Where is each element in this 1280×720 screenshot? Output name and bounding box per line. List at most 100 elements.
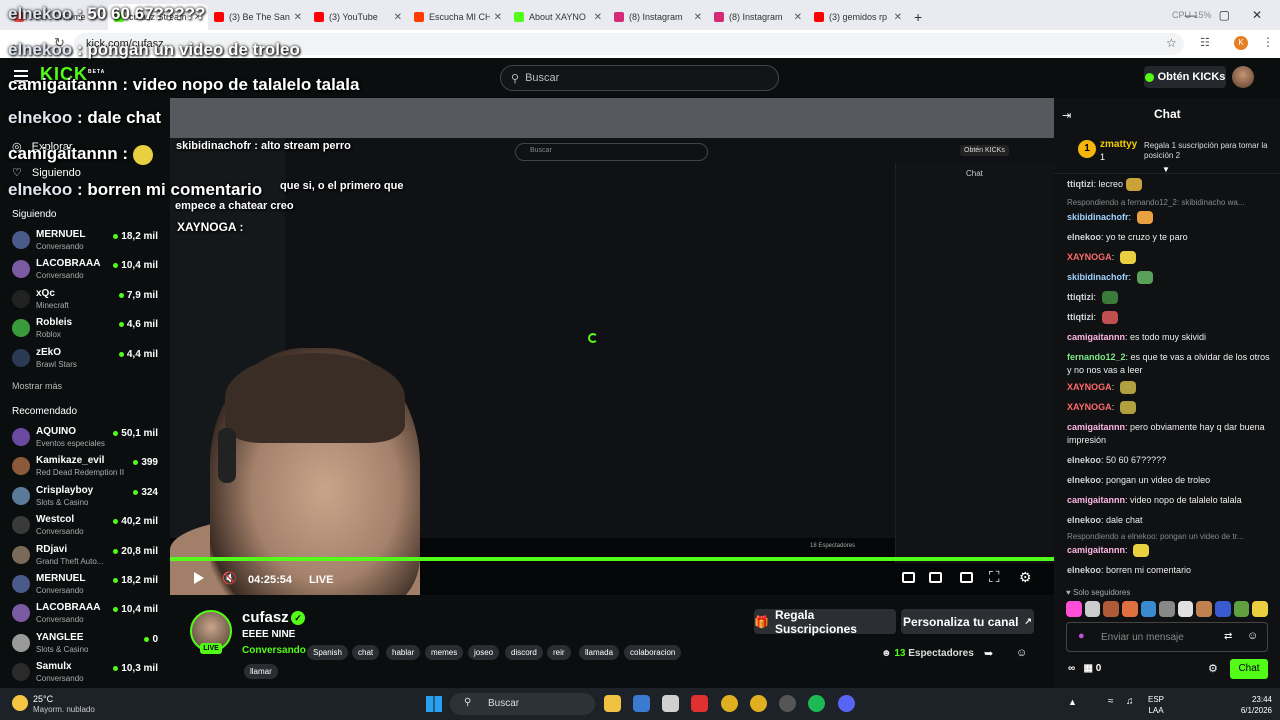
language-indicator[interactable]: ESP LAA [1148,694,1164,716]
chat-username[interactable]: fernando12_2 [1067,352,1126,362]
chat-username[interactable]: elnekoo [1067,475,1101,485]
gift-subs-button[interactable]: 🎁 Regala Suscripciones [754,608,896,636]
quick-emote-icon[interactable] [1177,601,1194,617]
sidebar-channel[interactable]: RDjavi Grand Theft Auto... 20,8 mil [12,544,162,572]
tab-close-icon[interactable]: ✕ [294,12,302,23]
chat-message[interactable]: camigaitannn: es todo muy skividi [1067,331,1272,344]
chat-username[interactable]: elnekoo [1067,515,1101,525]
sidebar-channel[interactable]: AQUINO Eventos especiales 50,1 mil [12,426,162,454]
taskbar-search[interactable]: ⚲ Buscar [450,693,595,715]
chat-message[interactable]: fernando12_2: es que te vas a olvidar de… [1067,351,1272,377]
user-avatar[interactable] [1232,66,1254,88]
mute-icon[interactable]: 🔇 [222,571,237,585]
chat-username[interactable]: XAYNOGA [1067,382,1112,392]
minimize-icon[interactable]: — [1185,8,1197,22]
chat-footer-points[interactable]: ∞ ▦ 0 [1068,663,1101,674]
chat-username[interactable]: camigaitannn [1067,495,1125,505]
collapse-chat-icon[interactable]: ⇥ [1062,109,1071,122]
chat-username[interactable]: ttiqtizi [1067,312,1094,322]
chat-message[interactable]: elnekoo: pongan un video de troleo [1067,474,1272,487]
settings-gear-icon[interactable]: ⚙ [1019,569,1032,586]
chat-message[interactable]: elnekoo: 50 60 67????? [1067,454,1272,467]
file-explorer-icon[interactable] [604,695,621,712]
tab-close-icon[interactable]: ✕ [694,12,702,23]
emote-picker-icon[interactable]: ☺ [1247,630,1258,642]
chat-username[interactable]: camigaitannn [1067,422,1125,432]
chat-reply-context[interactable]: Respondiendo a elnekoo: pongan un video … [1067,532,1272,541]
chat-message[interactable]: XAYNOGA: [1067,401,1272,415]
chat-message[interactable]: skibidinachofr: [1067,211,1272,225]
chat-message[interactable]: elnekoo: dale chat [1067,514,1272,527]
chat-username[interactable]: XAYNOGA [1067,402,1112,412]
quick-emote-icon[interactable] [1066,601,1082,617]
chat-settings-gear-icon[interactable]: ⚙ [1208,662,1218,675]
chat-message[interactable]: ttiqtizi: [1067,291,1272,305]
chat-username[interactable]: camigaitannn [1067,332,1125,342]
obs-icon[interactable] [779,695,796,712]
stream-tag[interactable]: discord [505,645,543,660]
windows-start-icon[interactable] [426,696,442,712]
chat-message[interactable]: elnekoo: yo te cruzo y te paro [1067,231,1272,244]
sidebar-channel[interactable]: YANGLEE Slots & Casino 0 [12,632,162,660]
office-app-icon[interactable] [691,695,708,712]
leaderboard-gift-text[interactable]: Regala 1 suscripción para tomar la posic… [1144,141,1274,161]
video-player[interactable]: Buscar Obtén KICKs Chat 18 Espectadores … [170,98,1054,595]
chat-message[interactable]: ttiqtizi: [1067,311,1272,325]
close-window-icon[interactable]: ✕ [1252,8,1262,22]
quick-emote-icon[interactable] [1140,601,1157,617]
follow-user-icon[interactable]: ☺ [1016,647,1027,659]
stream-tag[interactable]: Spanish [307,645,348,660]
browser-tab[interactable]: (8) Instagram ✕ [608,4,708,30]
browser-tab[interactable]: (3) gemidos rp ✕ [808,4,908,30]
copilot-icon[interactable] [633,695,650,712]
sidebar-channel[interactable]: xQc Minecraft 7,9 mil [12,288,162,316]
miniplayer-icon[interactable] [902,572,915,583]
quick-emote-icon[interactable] [1103,601,1119,617]
sidebar-channel[interactable]: MERNUEL Conversando 18,2 mil [12,229,162,257]
browser-tab[interactable]: (3) Be The Sant ✕ [208,4,308,30]
spotify-icon[interactable] [808,695,825,712]
theater-mode-icon[interactable] [960,572,973,583]
new-tab-button[interactable]: + [914,9,922,25]
profile-avatar[interactable]: K [1234,36,1248,50]
live-label[interactable]: LIVE [309,574,333,586]
stream-category[interactable]: Conversando [242,645,306,656]
stream-tag[interactable]: chat [352,645,380,660]
chrome-icon[interactable] [721,695,738,712]
maximize-icon[interactable]: ▢ [1219,8,1230,22]
tab-close-icon[interactable]: ✕ [594,12,602,23]
chat-username[interactable]: elnekoo [1067,455,1101,465]
browser-tab[interactable]: (3) YouTube ✕ [308,4,408,30]
chat-message[interactable]: camigaitannn: pero obviamente hay q dar … [1067,421,1272,447]
sidebar-channel[interactable]: MERNUEL Conversando 18,2 mil [12,573,162,601]
store-app-icon[interactable] [662,695,679,712]
chat-message-input[interactable]: Enviar un mensaje [1066,622,1268,652]
get-kicks-button[interactable]: Obtén KICKs [1144,66,1226,88]
tab-close-icon[interactable]: ✕ [894,12,902,23]
stream-tag[interactable]: llamar [244,664,278,679]
sidebar-channel[interactable]: Samulx Conversando 10,3 mil [12,661,162,689]
chat-message[interactable]: XAYNOGA: [1067,251,1272,265]
sidebar-channel[interactable]: LACOBRAAA Conversando 10,4 mil [12,602,162,630]
tray-volume-icon[interactable]: ♫ [1126,696,1134,707]
stream-tag[interactable]: reir [547,645,571,660]
tab-close-icon[interactable]: ✕ [494,12,502,23]
chat-username[interactable]: ttiqtizi [1067,179,1094,189]
quick-emote-icon[interactable] [1084,601,1101,617]
stream-progress-bar[interactable] [170,557,1054,561]
quick-emote-icon[interactable] [1121,601,1138,617]
quick-emote-icon[interactable] [1252,601,1269,617]
site-search-input[interactable]: ⚲ Buscar [500,65,779,91]
chat-message[interactable]: camigaitannn: [1067,544,1272,558]
chrome-profile-icon[interactable] [750,695,767,712]
browser-tab[interactable]: About XAYNO ✕ [508,4,608,30]
bookmark-star-icon[interactable]: ☆ [1166,36,1177,50]
sidebar-channel[interactable]: LACOBRAAA Conversando 10,4 mil [12,258,162,286]
customize-channel-button[interactable]: Personaliza tu canal ↗ [901,609,1034,634]
stream-tag[interactable]: joseo [468,645,500,660]
tray-wifi-icon[interactable]: ≈ [1108,696,1114,707]
stream-tag[interactable]: hablar [386,645,421,660]
tray-chevron-up-icon[interactable]: ▲ [1068,697,1077,707]
chat-username[interactable]: elnekoo [1067,232,1101,242]
quick-emote-icon[interactable] [1215,601,1231,617]
